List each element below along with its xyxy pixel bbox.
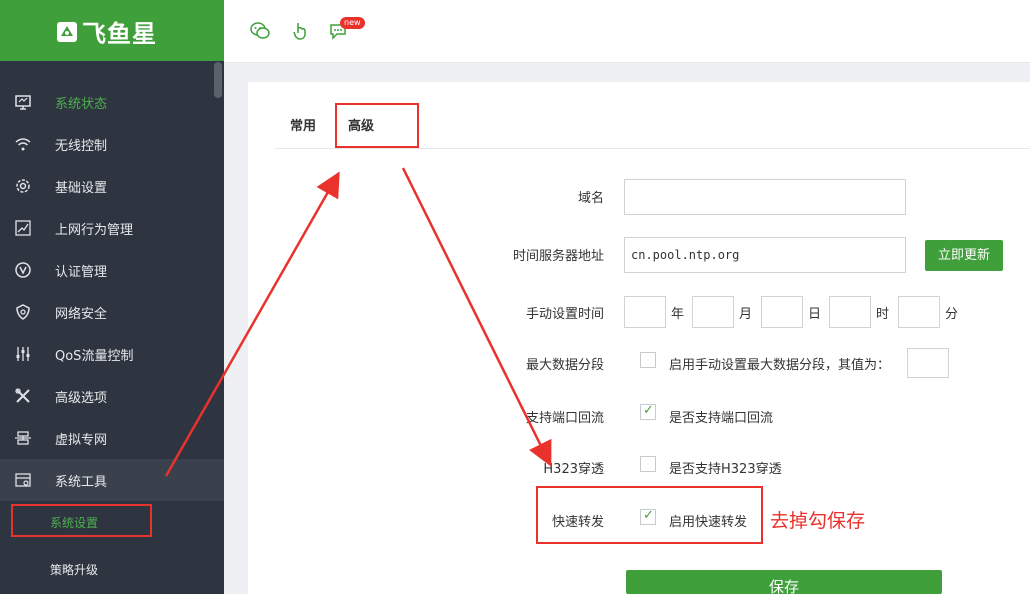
mss-value-input[interactable] [907, 348, 949, 378]
update-now-button[interactable]: 立即更新 [925, 240, 1003, 271]
loopback-checkbox[interactable]: ✓ [640, 403, 656, 420]
sidebar-item-security[interactable]: 网络安全 [0, 291, 224, 333]
sidebar-item-label: 认证管理 [55, 265, 108, 280]
ntp-label: 时间服务器地址 [512, 249, 604, 264]
new-badge: new [340, 17, 365, 29]
mss-checkbox-label: 启用手动设置最大数据分段，其值为： [669, 358, 891, 373]
logo-text: 飞鱼星 [82, 20, 157, 48]
annotation-box-fast-forward [536, 486, 763, 544]
chart-line-icon [15, 220, 31, 236]
domain-label: 域名 [577, 191, 604, 206]
sidebar-item-vpn[interactable]: 虚拟专网 [0, 417, 224, 459]
mss-checkbox[interactable] [640, 352, 656, 368]
annotation-text: 去掉勾保存 [770, 510, 866, 532]
month-input[interactable] [692, 296, 734, 328]
sidebar-item-label: 系统工具 [55, 475, 108, 490]
v-circle-icon [15, 262, 31, 278]
sidebar-item-label: 基础设置 [55, 181, 108, 196]
sidebar-item-label: 网络安全 [55, 307, 108, 322]
annotation-box-system-settings [11, 504, 152, 537]
tab-common[interactable]: 常用 [290, 115, 316, 134]
tools-icon [15, 388, 30, 403]
minute-unit: 分 [945, 307, 959, 322]
year-input[interactable] [624, 296, 666, 328]
save-button[interactable]: 保存 [626, 570, 942, 594]
touch-icon[interactable] [289, 20, 311, 42]
day-input[interactable] [761, 296, 803, 328]
mss-label: 最大数据分段 [525, 358, 604, 373]
sidebar-item-label: 无线控制 [55, 139, 108, 154]
loopback-label: 支持端口回流 [525, 411, 604, 426]
sidebar-item-wireless[interactable]: 无线控制 [0, 123, 224, 165]
sidebar-item-system-status[interactable]: 系统状态 [0, 81, 224, 123]
minute-input[interactable] [898, 296, 940, 328]
logo-bar: 飞鱼星 [0, 0, 224, 61]
sidebar-item-label: 虚拟专网 [55, 433, 108, 448]
ntp-input[interactable]: cn.pool.ntp.org [624, 237, 906, 273]
day-unit: 日 [808, 307, 822, 322]
system-tools-icon [15, 473, 31, 487]
manual-time-label: 手动设置时间 [525, 307, 604, 322]
gear-icon [16, 179, 30, 193]
sliders-icon [16, 347, 30, 361]
sidebar-item-auth[interactable]: 认证管理 [0, 249, 224, 291]
sidebar-item-behavior[interactable]: 上网行为管理 [0, 207, 224, 249]
sidebar-item-label: QoS流量控制 [55, 349, 134, 364]
month-unit: 月 [739, 307, 753, 322]
monitor-icon [15, 95, 31, 110]
sidebar-item-advanced[interactable]: 高级选项 [0, 375, 224, 417]
annotation-box-advanced-tab [335, 103, 419, 148]
sidebar-item-label: 系统状态 [55, 97, 108, 112]
domain-input[interactable] [624, 179, 906, 215]
sidebar-item-basic-settings[interactable]: 基础设置 [0, 165, 224, 207]
logo-fish-icon [57, 21, 77, 42]
hour-unit: 时 [876, 307, 890, 322]
wifi-icon [15, 138, 31, 151]
checkmark-icon: ✓ [643, 403, 654, 418]
sidebar-item-label: 上网行为管理 [55, 223, 134, 238]
loopback-checkbox-label: 是否支持端口回流 [669, 411, 774, 426]
network-icon [15, 431, 31, 445]
hour-input[interactable] [829, 296, 871, 328]
sidebar-item-system-tools[interactable]: 系统工具 [0, 459, 224, 501]
shield-icon [16, 304, 30, 320]
sidebar-subitem-policy-upgrade[interactable]: 策略升级 [0, 548, 224, 588]
logo[interactable]: 飞鱼星 [56, 14, 157, 49]
year-unit: 年 [671, 307, 685, 322]
wechat-icon[interactable] [249, 20, 271, 42]
sidebar-subitem-label: 策略升级 [50, 563, 99, 577]
sidebar-item-label: 高级选项 [55, 391, 108, 406]
h323-checkbox-label: 是否支持H323穿透 [669, 462, 782, 477]
h323-label: H323穿透 [543, 462, 604, 477]
h323-checkbox[interactable] [640, 456, 656, 472]
sidebar-item-qos[interactable]: QoS流量控制 [0, 333, 224, 375]
